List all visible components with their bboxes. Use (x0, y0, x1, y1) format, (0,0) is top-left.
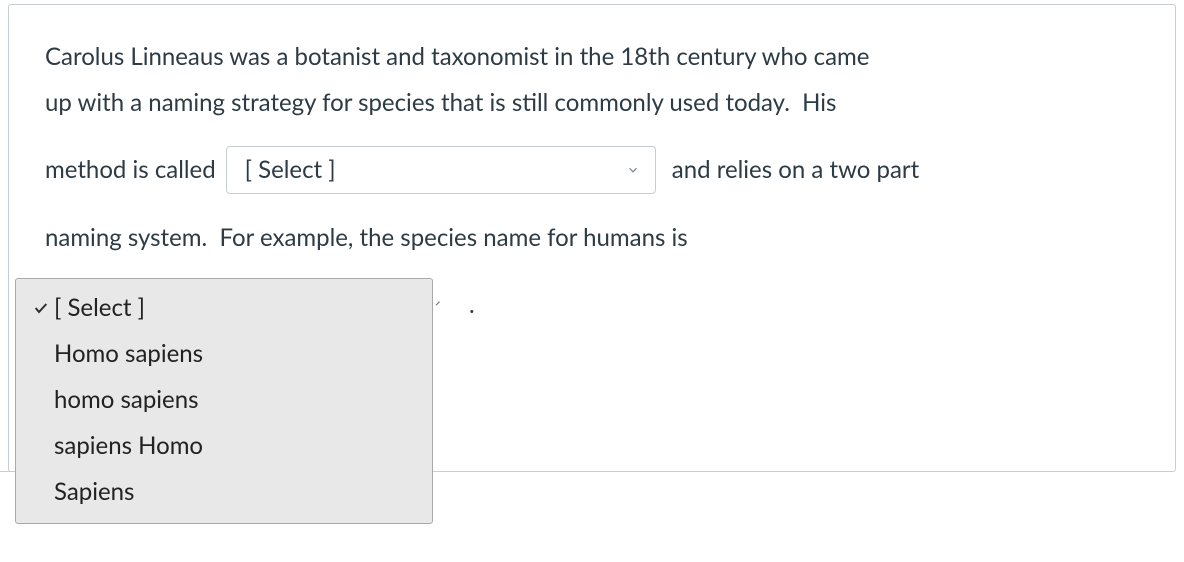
question-line-1b: up with a naming strategy for species th… (45, 83, 836, 123)
dropdown-option-label: Homo sapiens (54, 336, 203, 372)
dropdown-option-placeholder[interactable]: [ Select ] (16, 285, 432, 331)
select-method-label: [ Select ] (245, 150, 336, 190)
sentence-period: . (469, 290, 475, 319)
select-method[interactable]: [ Select ] (226, 146, 656, 194)
dropdown-option-label: sapiens Homo (54, 428, 203, 464)
dropdown-option-label: homo sapiens (54, 382, 198, 418)
dropdown-option-homo-sapiens-lower[interactable]: homo sapiens (16, 377, 432, 423)
check-icon (28, 300, 54, 316)
select-species-dropdown[interactable]: [ Select ] Homo sapiens homo sapiens sap… (15, 278, 433, 524)
dropdown-option-label: [ Select ] (54, 290, 145, 326)
question-line-2b: and relies on a two part (666, 150, 920, 190)
question-line-2a: method is called (45, 150, 216, 190)
chevron-down-icon (625, 162, 641, 178)
question-line-3: naming system. For example, the species … (45, 218, 688, 258)
dropdown-option-sapiens[interactable]: Sapiens (16, 469, 432, 515)
question-line-1a: Carolus Linneaus was a botanist and taxo… (45, 37, 869, 77)
dropdown-option-homo-sapiens-cap[interactable]: Homo sapiens (16, 331, 432, 377)
dropdown-option-label: Sapiens (54, 474, 134, 510)
question-text: Carolus Linneaus was a botanist and taxo… (45, 37, 1139, 258)
dropdown-option-sapiens-homo[interactable]: sapiens Homo (16, 423, 432, 469)
